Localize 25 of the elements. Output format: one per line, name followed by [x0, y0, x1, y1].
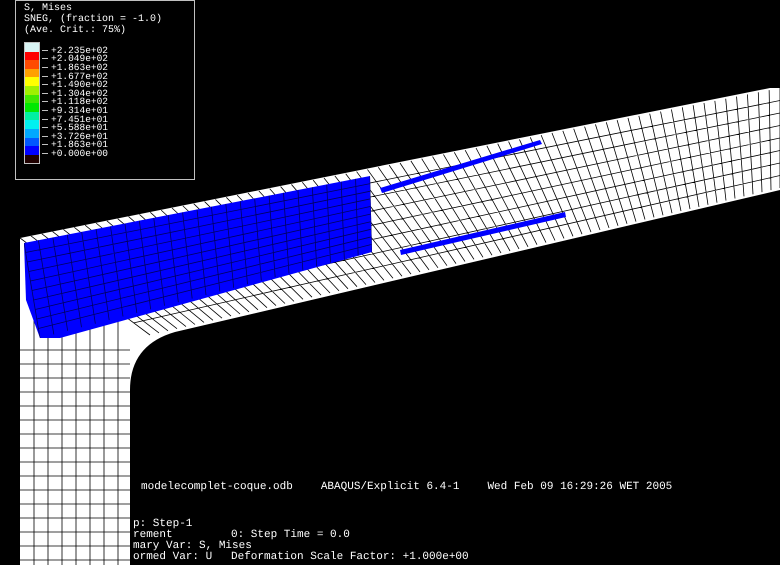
solver-version: ABAQUS/Explicit 6.4-1: [320, 480, 460, 495]
legend-value: +0.000e+00: [51, 148, 108, 158]
legend-value: +1.304e+02: [51, 88, 108, 98]
info-label: p: Step-1: [133, 519, 194, 530]
legend-value: +1.863e+02: [51, 62, 108, 72]
info-label: rement: [133, 530, 173, 541]
legend-value: +2.235e+02: [51, 46, 108, 55]
legend-value: +2.049e+02: [51, 54, 108, 64]
file-name: modelecomplet-coque.odb: [141, 480, 293, 495]
legend-value: +7.451e+01: [51, 114, 108, 124]
info-value: Deformation Scale Factor: +1.000e+00: [231, 552, 469, 563]
legend-value: +1.118e+02: [51, 97, 108, 106]
legend-value: +3.726e+01: [51, 132, 108, 141]
legend-title: SNEG, (fraction = -1.0): [24, 14, 164, 25]
legend-value: +1.863e+01: [51, 140, 108, 150]
info-label: mary Var: S, Mises: [133, 541, 252, 552]
timestamp: Wed Feb 09 16:29:26 WET 2005: [487, 480, 672, 495]
info-value: 0: Step Time = 0.0: [231, 530, 350, 541]
legend-value: +5.588e+01: [51, 123, 108, 132]
legend-value: +1.677e+02: [51, 72, 108, 81]
legend-value: +1.490e+02: [51, 80, 108, 90]
info-label: ormed Var: U: [133, 552, 214, 563]
legend-title: S, Mises: [24, 3, 72, 14]
legend-value: +9.314e+01: [51, 106, 108, 115]
legend-title: (Ave. Crit.: 75%): [24, 25, 128, 36]
